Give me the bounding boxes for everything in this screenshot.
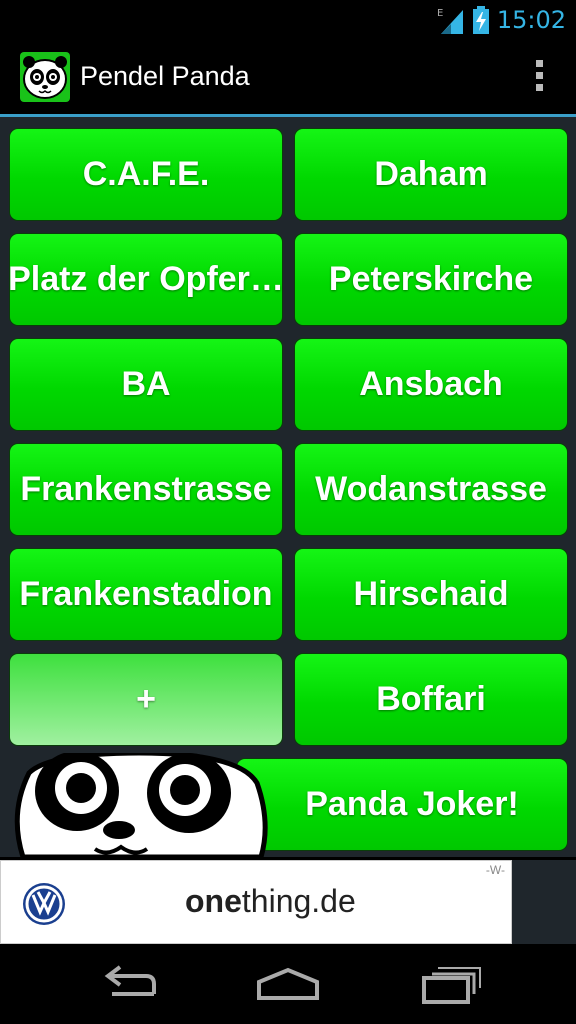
vw-logo-icon xyxy=(23,883,65,925)
recents-icon[interactable] xyxy=(418,964,488,1004)
station-button-cafe[interactable]: C.A.F.E. xyxy=(9,128,283,221)
station-button-peterskirche[interactable]: Peterskirche xyxy=(294,233,568,326)
overflow-menu-icon[interactable] xyxy=(534,60,544,94)
navigation-bar xyxy=(0,944,576,1024)
app-title: Pendel Panda xyxy=(80,61,250,91)
status-clock: 15:02 xyxy=(496,6,566,34)
station-button-frankenstrasse[interactable]: Frankenstrasse xyxy=(9,443,283,536)
signal-icon: E xyxy=(437,8,463,34)
status-icons: E 15:02 xyxy=(437,4,566,36)
station-button-hirschaid[interactable]: Hirschaid xyxy=(294,548,568,641)
panda-joker-button[interactable]: Panda Joker! xyxy=(236,758,568,851)
station-button-platz-der-opfer[interactable]: Platz der Opfer… xyxy=(9,233,283,326)
panda-mascot-image xyxy=(9,753,271,857)
station-button-wodanstrasse[interactable]: Wodanstrasse xyxy=(294,443,568,536)
action-bar: Pendel Panda xyxy=(0,40,576,114)
ad-text-rest: thing.de xyxy=(241,883,356,919)
station-button-ba[interactable]: BA xyxy=(9,338,283,431)
ad-text-bold: one xyxy=(185,883,242,919)
network-type-label: E xyxy=(437,8,443,19)
ad-text: onething.de xyxy=(185,883,356,920)
status-bar: E 15:02 xyxy=(0,0,576,40)
panda-app-icon[interactable] xyxy=(20,52,70,102)
battery-charging-icon xyxy=(472,6,489,34)
home-icon[interactable] xyxy=(253,964,323,1004)
station-button-daham[interactable]: Daham xyxy=(294,128,568,221)
ad-banner[interactable]: onething.de -W- xyxy=(0,860,512,944)
station-button-boffari[interactable]: Boffari xyxy=(294,653,568,746)
ad-side-filler xyxy=(512,860,576,944)
station-button-ansbach[interactable]: Ansbach xyxy=(294,338,568,431)
add-station-button[interactable]: + xyxy=(9,653,283,746)
ad-mark: -W- xyxy=(485,863,505,877)
station-button-frankenstadion[interactable]: Frankenstadion xyxy=(9,548,283,641)
back-icon[interactable] xyxy=(94,964,164,1004)
